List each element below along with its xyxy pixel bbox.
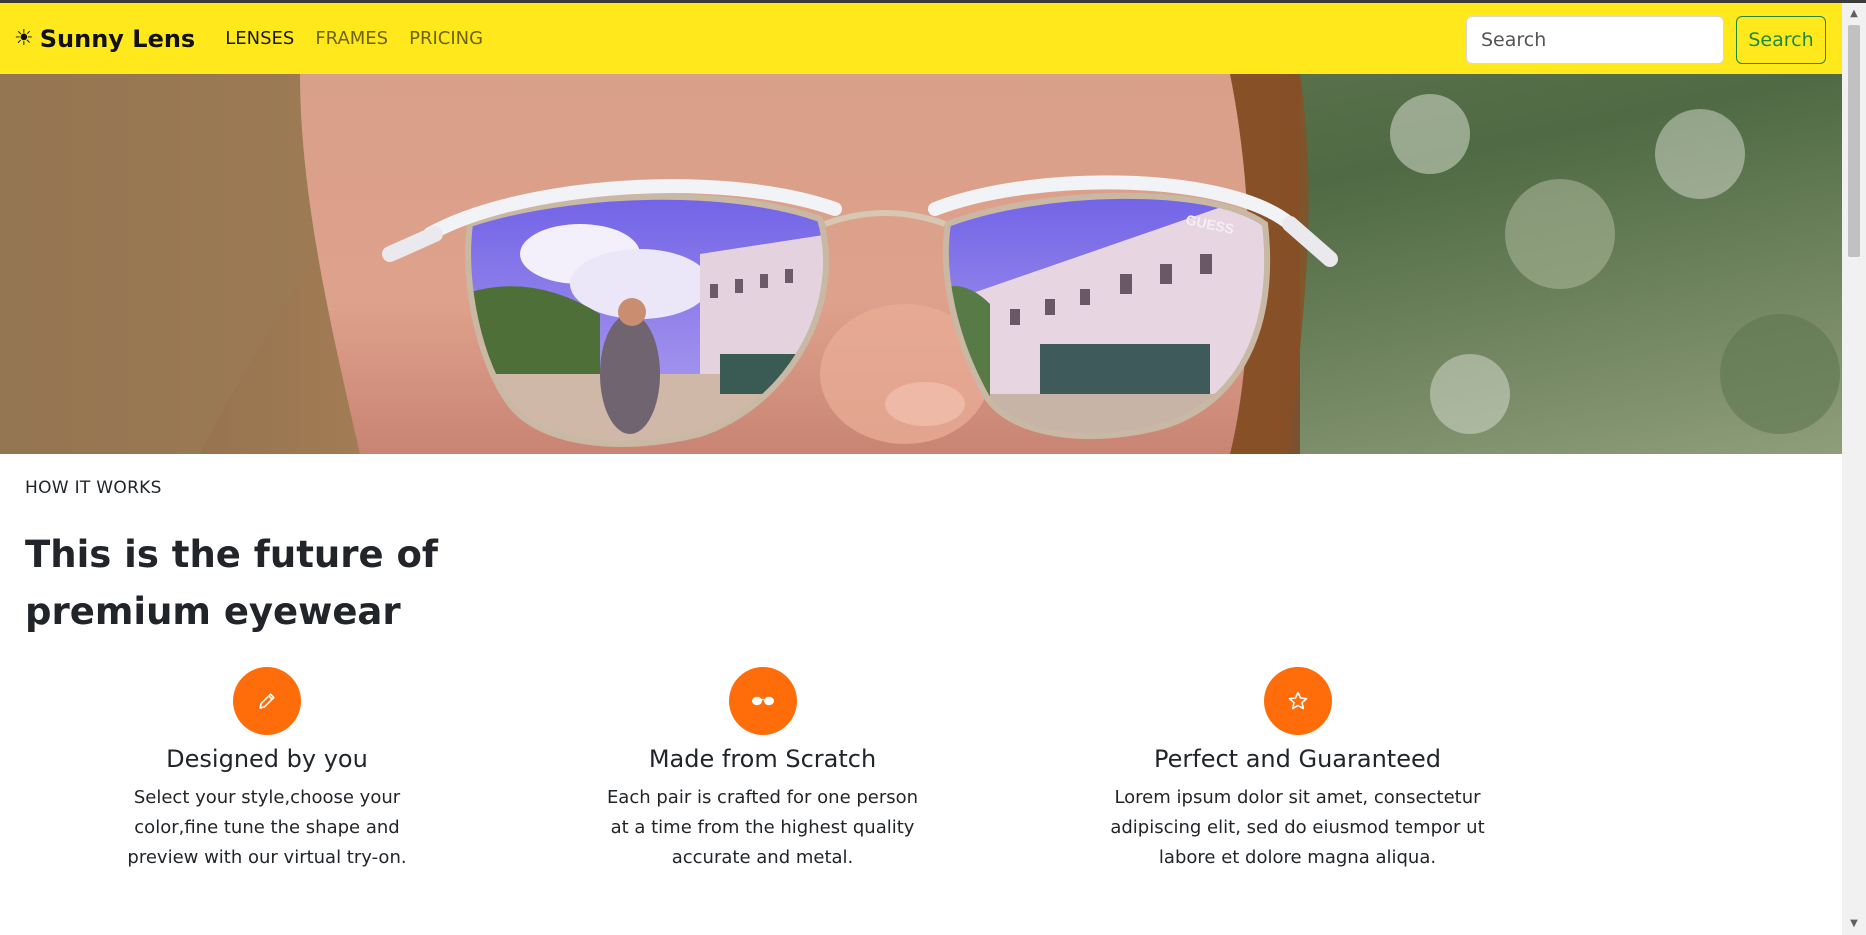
feature-perfect-and-guaranteed: Perfect and Guaranteed Lorem ipsum dolor… [1110,667,1485,873]
feature-title: Perfect and Guaranteed [1154,745,1441,773]
pencil-icon [233,667,301,735]
brand-name: Sunny Lens [39,24,196,53]
page-scrollbar[interactable]: ▲ ▼ [1842,3,1866,935]
scroll-down-arrow-icon[interactable]: ▼ [1842,915,1866,933]
feature-text: Select your style,choose your color,fine… [127,787,407,868]
brand[interactable]: ☀ Sunny Lens [14,25,195,53]
feature-designed-by-you: Designed by you Select your style,choose… [102,667,432,873]
hero-image: GUESS [0,74,1842,454]
scroll-up-arrow-icon[interactable]: ▲ [1842,5,1866,23]
feature-text: Lorem ipsum dolor sit amet, consectetur … [1110,787,1485,868]
nav-link-pricing[interactable]: PRICING [409,28,483,49]
feature-title: Designed by you [166,745,368,773]
glasses-icon [728,667,797,735]
star-icon [1263,667,1332,735]
sun-icon: ☀ [14,25,34,51]
search-button[interactable]: Search [1736,16,1826,64]
feature-text: Each pair is crafted for one person at a… [606,787,919,868]
search-input[interactable] [1466,16,1724,64]
section-eyebrow: HOW IT WORKS [25,478,162,498]
feature-made-from-scratch: Made from Scratch Each pair is crafted f… [600,667,925,873]
scrollbar-thumb[interactable] [1848,25,1860,257]
feature-title: Made from Scratch [648,745,877,773]
nav-link-lenses[interactable]: LENSES [225,28,294,49]
navbar: ☀ Sunny Lens LENSES FRAMES PRICING Searc… [0,3,1842,74]
nav-links: LENSES FRAMES PRICING [225,28,504,49]
nav-link-frames[interactable]: FRAMES [315,28,388,49]
section-headline: This is the future of premium eyewear [25,533,438,633]
